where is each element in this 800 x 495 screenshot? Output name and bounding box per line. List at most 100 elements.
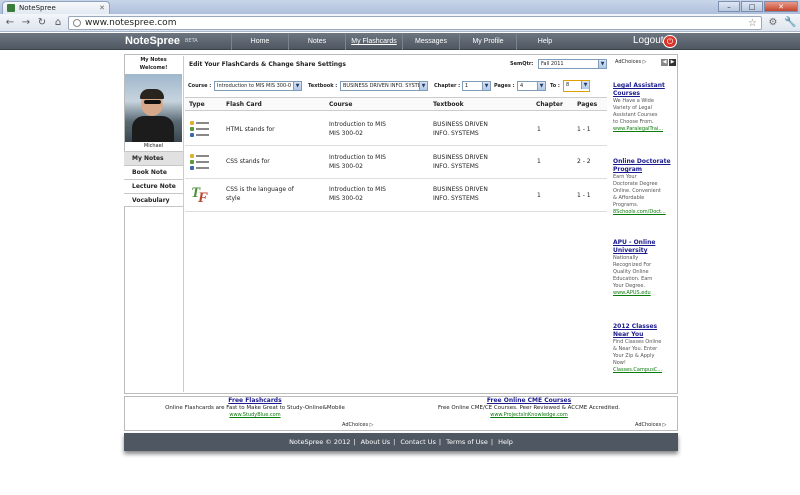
footer-help[interactable]: Help: [498, 438, 513, 446]
ad-title[interactable]: APU - Online: [613, 239, 677, 247]
maximize-button[interactable]: □: [741, 1, 763, 12]
adchoices-link[interactable]: AdChoices ▷: [342, 422, 373, 428]
bottom-ads: Free Flashcards Online Flashcards are Fa…: [124, 396, 678, 431]
close-window-button[interactable]: ✕: [764, 1, 798, 12]
ad-pager: ◀ ▶: [661, 59, 676, 66]
ad-title[interactable]: University: [613, 247, 677, 255]
flash-card-text[interactable]: HTML stands for: [226, 125, 275, 134]
close-tab-icon[interactable]: ✕: [99, 4, 105, 12]
side-ad[interactable]: APU - Online University Nationally Recog…: [613, 239, 677, 297]
ad-title[interactable]: Courses: [613, 90, 677, 98]
textbook-line1: BUSINESS DRIVEN: [433, 154, 488, 161]
side-ad[interactable]: 2012 Classes Near You Find Classes Onlin…: [613, 323, 677, 374]
ad-text: Nationally: [613, 255, 639, 261]
flash-card-line1[interactable]: CSS is the language of: [226, 185, 294, 194]
textbook-select[interactable]: BUSINESS DRIVEN INFO. SYSTEM ▼: [340, 81, 428, 91]
pages-cell: 2 - 2: [577, 158, 591, 165]
pages-cell: 1 - 1: [577, 192, 591, 199]
col-course: Course: [329, 101, 353, 108]
nav-notes[interactable]: Notes: [288, 33, 345, 50]
footer-terms-of-use[interactable]: Terms of Use: [446, 438, 488, 446]
col-textbook: Textbook: [433, 101, 464, 108]
extension-icon[interactable]: ⚙: [767, 17, 779, 29]
col-pages: Pages: [577, 101, 598, 108]
nav-my-flashcards[interactable]: My Flashcards: [345, 33, 402, 50]
sidebar-title: My Notes: [140, 57, 167, 63]
bottom-ad[interactable]: Free Online CME Courses Free Online CME/…: [399, 397, 659, 419]
pages-select[interactable]: 4 ▼: [517, 81, 546, 91]
ad-title[interactable]: 2012 Classes: [613, 323, 677, 331]
side-ad[interactable]: Legal Assistant Courses We Have a Wide V…: [613, 82, 677, 133]
ad-title[interactable]: Near You: [613, 331, 677, 339]
adchoices-link[interactable]: AdChoices ▷: [635, 422, 666, 428]
nav-help[interactable]: Help: [516, 33, 573, 50]
ad-url[interactable]: Classes.CampusC...: [613, 367, 677, 374]
browser-toolbar: ← → ↻ ⌂ www.notespree.com ☆ ⚙ 🔧: [0, 14, 800, 32]
wrench-icon[interactable]: 🔧: [784, 17, 796, 29]
power-icon[interactable]: ⏻: [663, 35, 677, 48]
sidebar-item-my-notes[interactable]: My Notes: [124, 151, 183, 165]
site-logo[interactable]: NoteSpree: [125, 35, 180, 47]
ad-url[interactable]: www.ProjectsInKnowledge.com: [399, 412, 659, 419]
forward-icon[interactable]: →: [20, 17, 32, 29]
next-ad-icon[interactable]: ▶: [669, 59, 676, 66]
adchoices-link[interactable]: AdChoices ▷: [615, 59, 646, 65]
ad-url[interactable]: www.APUS.edu: [613, 290, 677, 297]
side-ad[interactable]: Online Doctorate Program Earn Your Docto…: [613, 158, 677, 216]
textbook-line2: INFO. SYSTEMS: [433, 130, 479, 137]
flash-card-text[interactable]: CSS stands for: [226, 157, 270, 166]
prev-ad-icon[interactable]: ◀: [661, 59, 668, 66]
ad-text: Free Online CME/CE Courses. Peer Reviewe…: [438, 405, 620, 411]
course-line1: Introduction to MIS: [329, 121, 386, 128]
page-info-icon: [73, 19, 81, 27]
footer-about-us[interactable]: About Us: [361, 438, 390, 446]
chapter-select[interactable]: 1 ▼: [462, 81, 491, 91]
flash-card-line2[interactable]: style: [226, 194, 240, 203]
site-footer: NoteSpree © 2012 | About Us | Contact Us | …: [124, 433, 678, 451]
back-icon[interactable]: ←: [4, 17, 16, 29]
browser-tab[interactable]: NoteSpree ✕: [2, 1, 110, 14]
ad-url[interactable]: www.ParalegalTrai...: [613, 126, 677, 133]
nav-home[interactable]: Home: [231, 33, 288, 50]
textbook-value: BUSINESS DRIVEN INFO. SYSTEM: [343, 83, 426, 89]
ad-title[interactable]: Program: [613, 166, 677, 174]
ad-text: Recognized For: [613, 262, 652, 268]
home-icon[interactable]: ⌂: [52, 17, 64, 29]
sidebar-item-vocabulary[interactable]: Vocabulary: [124, 193, 183, 207]
ad-title[interactable]: Free Online CME Courses: [399, 397, 659, 405]
table-row[interactable]: CSS stands for Introduction to MIS MIS 3…: [185, 147, 607, 179]
window-controls: – □ ✕: [718, 1, 798, 12]
ad-title[interactable]: Free Flashcards: [125, 397, 385, 405]
ad-title[interactable]: Online Doctorate: [613, 158, 677, 166]
semqtr-label: SemQtr:: [510, 61, 534, 67]
pages-value: 4: [520, 83, 524, 89]
reload-icon[interactable]: ↻: [36, 17, 48, 29]
copyright: NoteSpree © 2012: [289, 438, 351, 446]
textbook-line2: INFO. SYSTEMS: [433, 163, 479, 170]
ad-text: Programs.: [613, 202, 639, 208]
ad-title[interactable]: Legal Assistant: [613, 82, 677, 90]
footer-contact-us[interactable]: Contact Us: [400, 438, 436, 446]
logout-link[interactable]: Logout: [633, 35, 664, 46]
sidebar-item-lecture-note[interactable]: Lecture Note: [124, 179, 183, 193]
nav-messages[interactable]: Messages: [402, 33, 459, 50]
ad-url[interactable]: 8Schools.com/Doct...: [613, 209, 677, 216]
ad-text: Variety of Legal: [613, 105, 652, 111]
course-select[interactable]: Introduction to MIS MIS 300-0 ▼: [214, 81, 302, 91]
chevron-down-icon: ▼: [537, 82, 545, 90]
course-line2: MIS 300-02: [329, 195, 363, 202]
table-row[interactable]: TF CSS is the language of style Introduc…: [185, 180, 607, 212]
table-row[interactable]: HTML stands for Introduction to MIS MIS …: [185, 114, 607, 146]
ad-url[interactable]: www.StudyBlue.com: [125, 412, 385, 419]
bottom-ad[interactable]: Free Flashcards Online Flashcards are Fa…: [125, 397, 385, 419]
semqtr-select[interactable]: Fall 2011 ▼: [538, 59, 607, 69]
nav-my-profile[interactable]: My Profile: [459, 33, 516, 50]
minimize-button[interactable]: –: [718, 1, 740, 12]
bookmark-star-icon[interactable]: ☆: [748, 18, 757, 29]
to-label: To :: [550, 83, 560, 89]
chapter-cell: 1: [537, 126, 541, 133]
sidebar-item-book-note[interactable]: Book Note: [124, 165, 183, 179]
ad-text: We Have a Wide: [613, 98, 654, 104]
to-select[interactable]: 8 ▼: [563, 80, 590, 92]
address-bar[interactable]: www.notespree.com ☆: [68, 16, 762, 30]
